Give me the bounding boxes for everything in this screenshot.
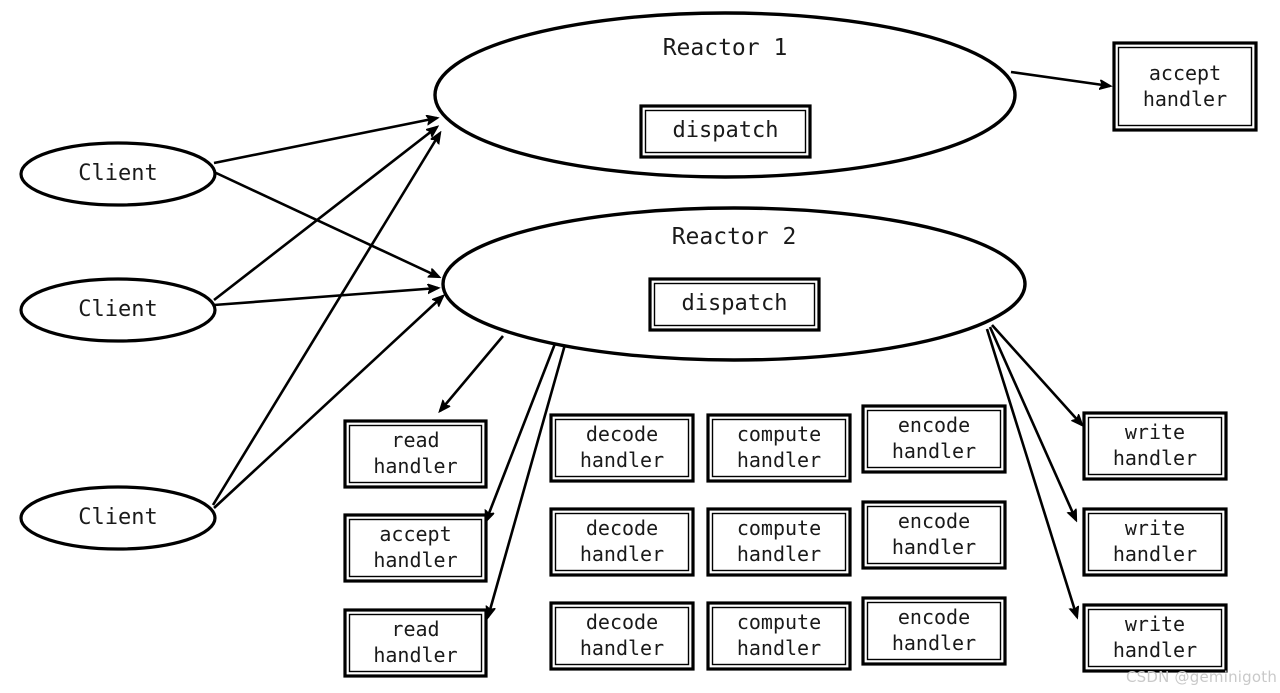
write-box-1[interactable] [1082,411,1228,481]
client-1-ellipse[interactable] [19,141,217,207]
compute-box-2[interactable] [706,507,852,577]
encode-box-1[interactable] [861,404,1007,474]
client-3-ellipse[interactable] [19,485,217,551]
decode-box-1[interactable] [549,413,695,483]
decode-box-3[interactable] [549,601,695,671]
compute-box-1[interactable] [706,413,852,483]
read-accept-box-3[interactable] [343,608,488,678]
compute-box-3[interactable] [706,601,852,671]
read-accept-box-2[interactable] [343,513,488,583]
dispatch-box-reactor-2[interactable] [648,277,821,332]
read-accept-box-1[interactable] [343,419,488,489]
dispatch-box-reactor-1[interactable] [639,104,812,159]
write-box-2[interactable] [1082,507,1228,577]
diagram-canvas: Reactor 1 dispatch Reactor 2 dispatch Cl… [0,0,1280,693]
client-2-ellipse[interactable] [19,277,217,343]
nodes-layer [19,11,1258,678]
decode-box-2[interactable] [549,507,695,577]
encode-box-2[interactable] [861,500,1007,570]
accept-handler-box-reactor-1[interactable] [1112,41,1258,132]
write-box-3[interactable] [1082,603,1228,673]
encode-box-3[interactable] [861,596,1007,666]
